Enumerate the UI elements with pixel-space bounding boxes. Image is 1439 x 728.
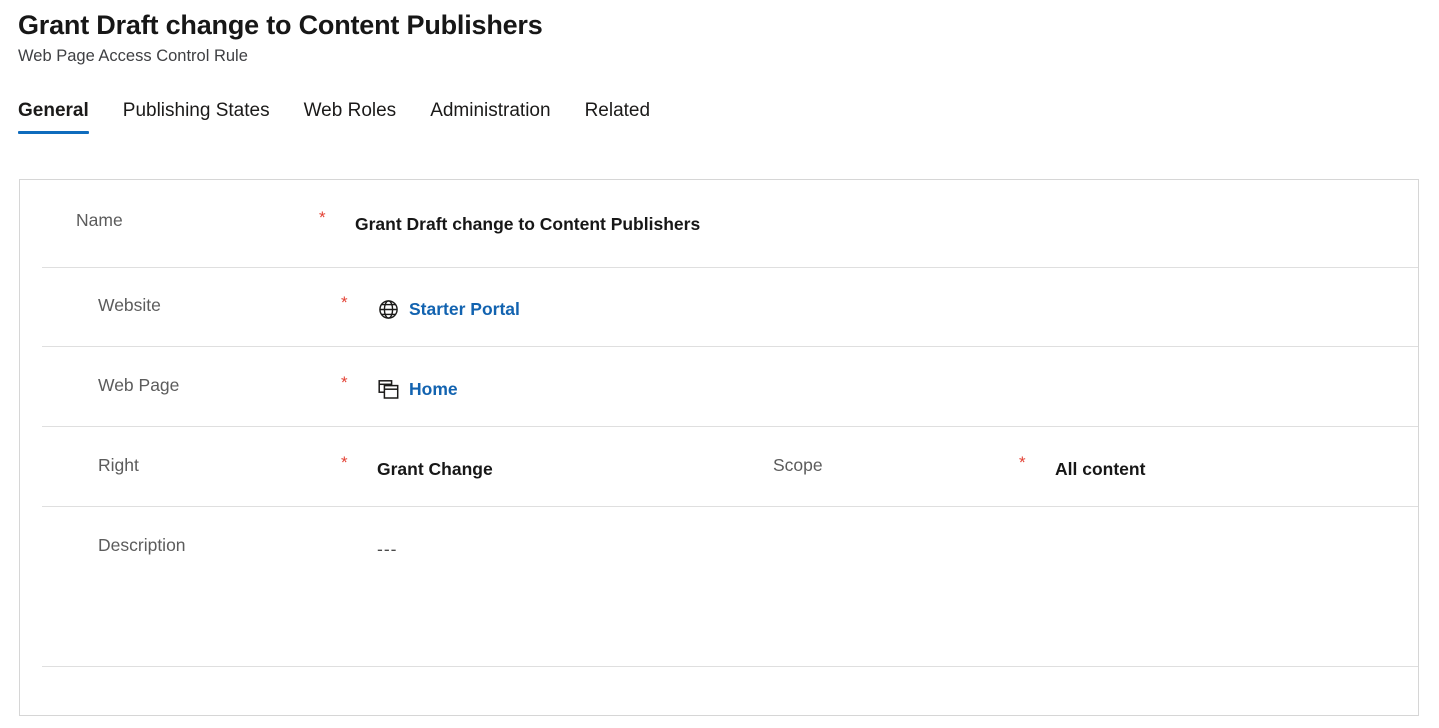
field-description: Description --- [42, 531, 773, 561]
field-row-description: Description --- [42, 506, 1418, 666]
field-value-website[interactable]: Starter Portal [377, 291, 520, 321]
general-tab-form-card: Name * Grant Draft change to Content Pub… [19, 179, 1419, 716]
tab-related[interactable]: Related [585, 98, 651, 134]
field-label-right: Right [98, 455, 139, 475]
field-name: Name * Grant Draft change to Content Pub… [20, 206, 751, 236]
required-marker-description [341, 531, 377, 533]
field-value-name[interactable]: Grant Draft change to Content Publishers [355, 206, 700, 236]
tab-publishing-states[interactable]: Publishing States [123, 98, 270, 134]
field-value-website-text: Starter Portal [409, 299, 520, 319]
web-pages-icon [377, 378, 399, 400]
field-value-description[interactable]: --- [377, 531, 397, 561]
required-marker-web-page: * [341, 373, 348, 392]
required-marker-name: * [319, 208, 326, 227]
required-marker-website: * [341, 293, 348, 312]
page-title: Grant Draft change to Content Publishers [18, 10, 543, 40]
field-label-scope: Scope [773, 455, 823, 475]
field-value-right[interactable]: Grant Change [377, 451, 493, 481]
page-subtitle: Web Page Access Control Rule [18, 47, 248, 65]
form-footer-spacer [42, 666, 1418, 714]
field-website: Website * Starter Portal [42, 291, 773, 321]
field-row-web-page: Web Page * Home [42, 346, 1418, 426]
tab-web-roles[interactable]: Web Roles [304, 98, 397, 134]
globe-icon [377, 298, 399, 320]
field-label-web-page: Web Page [98, 375, 180, 395]
field-row-name: Name * Grant Draft change to Content Pub… [20, 180, 1418, 267]
field-scope: Scope * All content [773, 451, 1373, 481]
tab-general[interactable]: General [18, 98, 89, 134]
field-label-name: Name [76, 210, 123, 230]
field-label-website: Website [98, 295, 161, 315]
required-marker-right: * [341, 453, 348, 472]
field-row-right-scope: Right * Grant Change Scope * All content [42, 426, 1418, 506]
tab-administration[interactable]: Administration [430, 98, 550, 134]
page-header: Grant Draft change to Content Publishers… [0, 0, 1439, 68]
field-row-website: Website * Starter Portal [42, 267, 1418, 346]
field-value-scope[interactable]: All content [1055, 451, 1145, 481]
required-marker-scope: * [1019, 453, 1026, 472]
field-value-web-page-text: Home [409, 379, 458, 399]
field-label-description: Description [98, 535, 186, 555]
field-web-page: Web Page * Home [42, 371, 773, 401]
field-value-web-page[interactable]: Home [377, 371, 458, 401]
field-right: Right * Grant Change [42, 451, 773, 481]
tab-strip: General Publishing States Web Roles Admi… [0, 94, 1439, 134]
